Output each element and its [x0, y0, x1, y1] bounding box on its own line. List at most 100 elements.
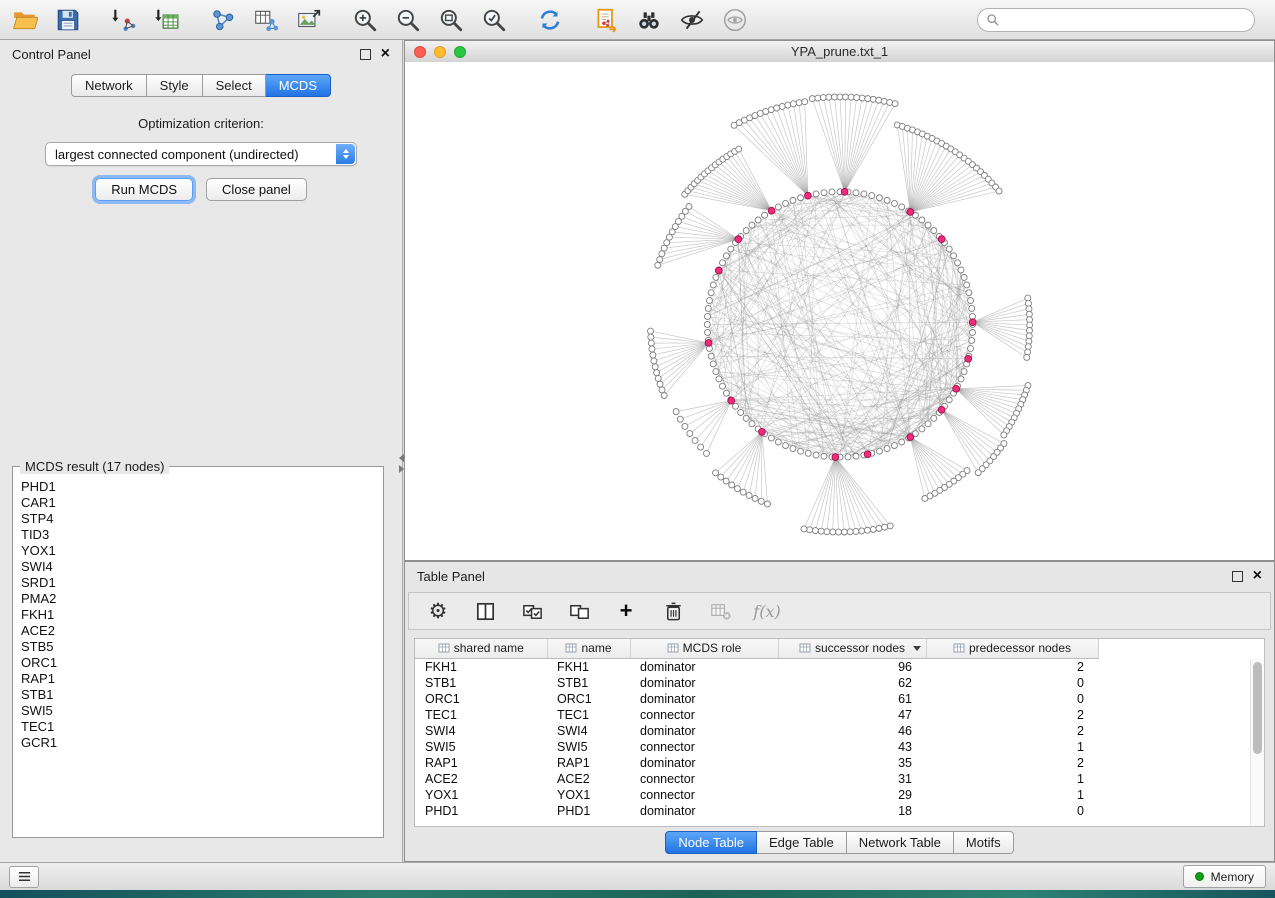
search-box[interactable] — [977, 8, 1255, 32]
select-stepper-icon[interactable] — [336, 144, 355, 164]
zoom-in-button[interactable] — [350, 5, 380, 35]
table-row[interactable]: SWI5SWI5connector431 — [415, 739, 1098, 755]
deselect-all-rows-button[interactable] — [566, 598, 592, 624]
mcds-result-item[interactable]: SRD1 — [21, 575, 379, 591]
zoom-fit-button[interactable] — [436, 5, 466, 35]
cell-shared-name[interactable]: YOX1 — [415, 787, 547, 803]
tab-style[interactable]: Style — [147, 74, 203, 97]
table-row[interactable]: STB1STB1dominator620 — [415, 675, 1098, 691]
mcds-result-item[interactable]: YOX1 — [21, 543, 379, 559]
tab-mcds[interactable]: MCDS — [266, 74, 331, 97]
close-table-panel-icon[interactable]: × — [1253, 570, 1262, 582]
network-canvas[interactable] — [405, 62, 1274, 560]
show-columns-button[interactable] — [472, 598, 498, 624]
mcds-result-item[interactable]: TEC1 — [21, 719, 379, 735]
apply-layout-button[interactable] — [535, 5, 565, 35]
cell-predecessor-nodes[interactable]: 0 — [926, 691, 1098, 707]
export-image-button[interactable] — [294, 5, 324, 35]
table-settings-button[interactable]: ⚙ — [425, 598, 451, 624]
mcds-result-item[interactable]: ACE2 — [21, 623, 379, 639]
find-network-button[interactable] — [634, 5, 664, 35]
cell-shared-name[interactable]: FKH1 — [415, 658, 547, 675]
copy-network-button[interactable] — [591, 5, 621, 35]
mcds-result-item[interactable]: PMA2 — [21, 591, 379, 607]
cell-successor-nodes[interactable]: 47 — [778, 707, 926, 723]
tab-network[interactable]: Network — [71, 74, 147, 97]
cell-shared-name[interactable]: PHD1 — [415, 803, 547, 819]
mcds-result-item[interactable]: RAP1 — [21, 671, 379, 687]
zoom-out-button[interactable] — [393, 5, 423, 35]
cell-successor-nodes[interactable]: 96 — [778, 658, 926, 675]
hide-selected-button[interactable] — [677, 5, 707, 35]
scrollbar-thumb[interactable] — [1253, 662, 1262, 754]
mcds-result-item[interactable]: TID3 — [21, 527, 379, 543]
cell-name[interactable]: SWI4 — [547, 723, 630, 739]
cell-predecessor-nodes[interactable]: 0 — [926, 803, 1098, 819]
cell-successor-nodes[interactable]: 43 — [778, 739, 926, 755]
cell-name[interactable]: TEC1 — [547, 707, 630, 723]
add-column-button[interactable]: + — [613, 598, 639, 624]
cell-shared-name[interactable]: RAP1 — [415, 755, 547, 771]
cell-successor-nodes[interactable]: 61 — [778, 691, 926, 707]
select-all-rows-button[interactable] — [519, 598, 545, 624]
cell-shared-name[interactable]: TEC1 — [415, 707, 547, 723]
table-row[interactable]: PHD1PHD1dominator180 — [415, 803, 1098, 819]
column-header-shared-name[interactable]: shared name — [415, 639, 547, 658]
column-header-predecessor-nodes[interactable]: predecessor nodes — [926, 639, 1098, 658]
zoom-selected-button[interactable] — [479, 5, 509, 35]
cell-mcds-role[interactable]: connector — [630, 707, 778, 723]
tab-motifs[interactable]: Motifs — [954, 831, 1014, 854]
cell-name[interactable]: FKH1 — [547, 658, 630, 675]
save-session-button[interactable] — [53, 5, 83, 35]
table-scrollbar[interactable] — [1250, 659, 1264, 826]
cell-shared-name[interactable]: ORC1 — [415, 691, 547, 707]
cell-name[interactable]: RAP1 — [547, 755, 630, 771]
close-window-icon[interactable] — [414, 46, 426, 58]
status-menu-button[interactable] — [9, 866, 39, 888]
cell-mcds-role[interactable]: connector — [630, 771, 778, 787]
cell-shared-name[interactable]: STB1 — [415, 675, 547, 691]
cell-successor-nodes[interactable]: 31 — [778, 771, 926, 787]
cell-name[interactable]: YOX1 — [547, 787, 630, 803]
cell-mcds-role[interactable]: dominator — [630, 755, 778, 771]
network-graph[interactable] — [405, 62, 1274, 560]
mcds-result-item[interactable]: ORC1 — [21, 655, 379, 671]
new-network-button[interactable] — [208, 5, 238, 35]
cell-mcds-role[interactable]: connector — [630, 787, 778, 803]
cell-successor-nodes[interactable]: 46 — [778, 723, 926, 739]
cell-mcds-role[interactable]: connector — [630, 739, 778, 755]
tab-edge-table[interactable]: Edge Table — [757, 831, 847, 854]
column-header-name[interactable]: name — [547, 639, 630, 658]
close-panel-x-icon[interactable]: × — [381, 48, 390, 60]
delete-table-button[interactable] — [707, 598, 733, 624]
cell-name[interactable]: ORC1 — [547, 691, 630, 707]
table-row[interactable]: RAP1RAP1dominator352 — [415, 755, 1098, 771]
delete-column-button[interactable] — [660, 598, 686, 624]
cell-mcds-role[interactable]: dominator — [630, 691, 778, 707]
import-network-button[interactable] — [109, 5, 139, 35]
mcds-result-list[interactable]: PHD1CAR1STP4TID3YOX1SWI4SRD1PMA2FKH1ACE2… — [21, 479, 379, 833]
float-table-panel-icon[interactable] — [1232, 571, 1243, 582]
tab-network-table[interactable]: Network Table — [847, 831, 954, 854]
mcds-result-item[interactable]: GCR1 — [21, 735, 379, 751]
criterion-select[interactable]: largest connected component (undirected) — [45, 142, 357, 166]
table-row[interactable]: FKH1FKH1dominator962 — [415, 658, 1098, 675]
table-row[interactable]: YOX1YOX1connector291 — [415, 787, 1098, 803]
open-file-button[interactable] — [10, 5, 40, 35]
cell-name[interactable]: STB1 — [547, 675, 630, 691]
close-panel-button[interactable]: Close panel — [206, 178, 307, 201]
run-mcds-button[interactable]: Run MCDS — [95, 178, 193, 201]
mcds-result-item[interactable]: PHD1 — [21, 479, 379, 495]
maximize-window-icon[interactable] — [454, 46, 466, 58]
tab-select[interactable]: Select — [203, 74, 266, 97]
cell-mcds-role[interactable]: dominator — [630, 723, 778, 739]
cell-successor-nodes[interactable]: 62 — [778, 675, 926, 691]
cell-name[interactable]: SWI5 — [547, 739, 630, 755]
cell-shared-name[interactable]: ACE2 — [415, 771, 547, 787]
mcds-result-item[interactable]: FKH1 — [21, 607, 379, 623]
cell-predecessor-nodes[interactable]: 1 — [926, 739, 1098, 755]
mcds-result-item[interactable]: STP4 — [21, 511, 379, 527]
chevron-down-icon[interactable] — [913, 646, 921, 651]
cell-predecessor-nodes[interactable]: 2 — [926, 707, 1098, 723]
mcds-result-item[interactable]: SWI5 — [21, 703, 379, 719]
